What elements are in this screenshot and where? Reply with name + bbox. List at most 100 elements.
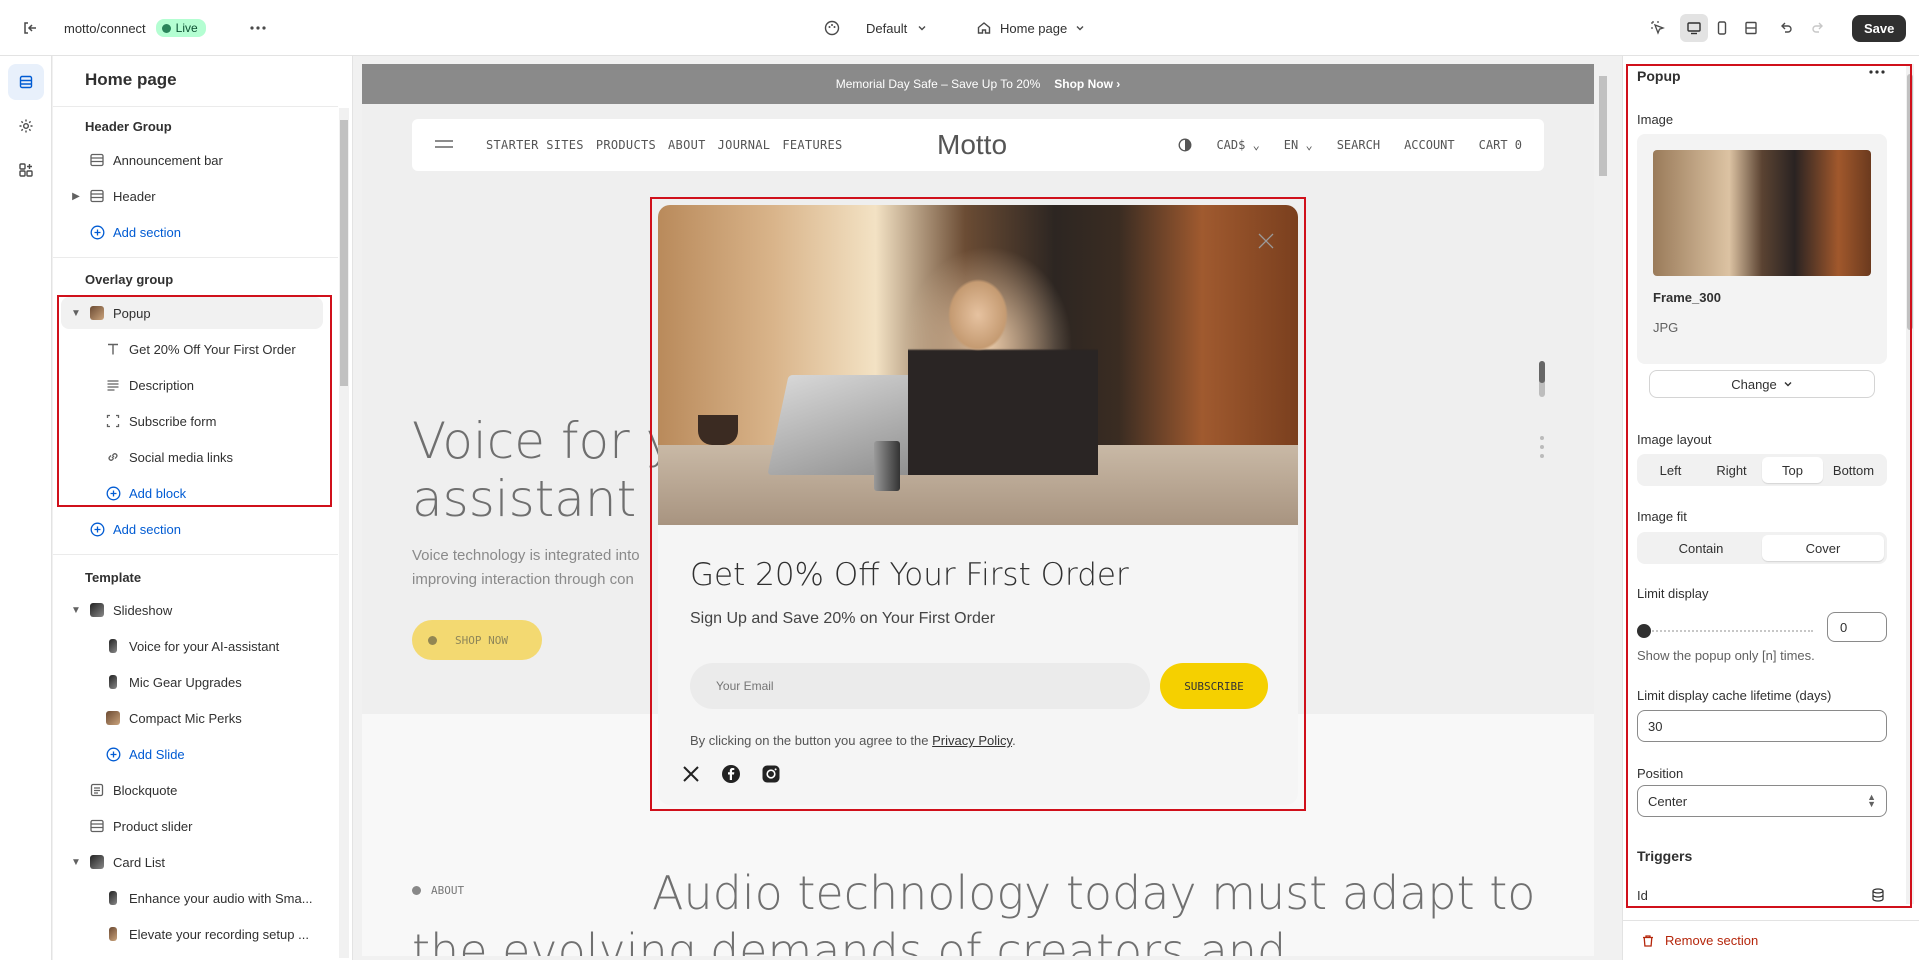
sidebar-item-label: Announcement bar <box>113 152 223 168</box>
nav-link[interactable]: STARTER SITES <box>486 138 584 152</box>
overlay-group-heading: Overlay group <box>85 272 174 287</box>
privacy-policy-link[interactable]: Privacy Policy <box>932 733 1012 748</box>
add-slide[interactable]: Add Slide <box>61 738 323 770</box>
sidebar-item-blockquote[interactable]: Blockquote <box>61 774 323 806</box>
theme-name: Default <box>866 20 908 36</box>
search-link[interactable]: SEARCH <box>1337 138 1380 152</box>
cache-lifetime-input[interactable] <box>1637 710 1887 742</box>
account-link[interactable]: ACCOUNT <box>1404 138 1455 152</box>
store-logo[interactable]: Motto <box>937 129 1007 161</box>
layout-option-left[interactable]: Left <box>1640 457 1701 483</box>
limit-display-input[interactable] <box>1827 612 1887 642</box>
limit-display-help: Show the popup only [n] times. <box>1637 648 1815 663</box>
gear-icon <box>19 119 33 133</box>
shop-now-button[interactable]: SHOP NOW <box>412 620 542 660</box>
desktop-view-button[interactable] <box>1680 0 1708 56</box>
block-description[interactable]: Description <box>61 369 323 401</box>
slideshow-thumbnail-icon <box>89 602 105 618</box>
exit-button[interactable] <box>16 0 44 56</box>
undo-button[interactable] <box>1772 0 1800 56</box>
fit-option-contain[interactable]: Contain <box>1640 535 1762 561</box>
sidebar-item-popup[interactable]: ▼ Popup <box>61 297 323 329</box>
fullwidth-view-button[interactable] <box>1737 0 1765 56</box>
add-section-header-group[interactable]: Add section <box>61 216 323 248</box>
social-links <box>680 763 782 785</box>
canvas-scrollbar[interactable] <box>1598 64 1608 956</box>
layout-option-right[interactable]: Right <box>1701 457 1762 483</box>
fit-option-cover[interactable]: Cover <box>1762 535 1884 561</box>
instagram-icon[interactable] <box>760 763 782 785</box>
remove-section-button[interactable]: Remove section <box>1641 933 1758 948</box>
facebook-icon[interactable] <box>720 763 742 785</box>
id-label: Id <box>1637 888 1648 903</box>
announcement-text: Memorial Day Safe – Save Up To 20% <box>835 77 1041 91</box>
chevron-right-icon[interactable]: ▶ <box>69 191 83 202</box>
sidebar-item-label: Popup <box>113 305 151 321</box>
x-twitter-icon[interactable] <box>680 763 702 785</box>
popup-image <box>658 205 1298 525</box>
block-popup-title[interactable]: Get 20% Off Your First Order <box>61 333 323 365</box>
add-section-overlay-group[interactable]: Add section <box>61 513 323 545</box>
panel-more-button[interactable] <box>1869 70 1885 74</box>
apps-rail-button[interactable] <box>8 152 44 188</box>
sidebar-item-product-slider[interactable]: Product slider <box>61 810 323 842</box>
sections-rail-button[interactable] <box>8 64 44 100</box>
settings-rail-button[interactable] <box>8 108 44 144</box>
add-block-popup[interactable]: Add block <box>61 477 323 509</box>
chevron-down-icon[interactable]: ▼ <box>69 857 83 868</box>
sidebar-scrollbar[interactable] <box>339 108 349 958</box>
slide-thumbnail-icon <box>105 674 121 690</box>
language-selector[interactable]: EN ⌄ <box>1284 138 1313 152</box>
slider-handle[interactable] <box>1637 624 1651 638</box>
database-icon[interactable] <box>1871 888 1885 902</box>
theme-selector[interactable]: Default <box>824 0 927 56</box>
panel-scrollbar[interactable] <box>1906 64 1914 904</box>
sidebar-item-header[interactable]: ▶ Header <box>61 180 323 212</box>
position-select[interactable]: Center ▲ ▼ <box>1637 785 1887 817</box>
slide-pager[interactable] <box>1539 361 1545 397</box>
chevron-down-icon[interactable]: ▼ <box>69 308 83 319</box>
block-social-media-links[interactable]: Social media links <box>61 441 323 473</box>
redo-button[interactable] <box>1804 0 1832 56</box>
nav-link[interactable]: JOURNAL <box>718 138 771 152</box>
block-label: Subscribe form <box>129 413 217 429</box>
layout-option-bottom[interactable]: Bottom <box>1823 457 1884 483</box>
cart-link[interactable]: CART 0 <box>1479 138 1522 152</box>
slide-item[interactable]: Voice for your AI-assistant <box>61 630 323 662</box>
card-item[interactable]: Elevate your recording setup ... <box>61 918 323 950</box>
theme-toggle-icon[interactable] <box>1178 138 1192 152</box>
sidebar-item-announcement-bar[interactable]: Announcement bar <box>61 144 323 176</box>
section-icon <box>89 188 105 204</box>
store-switcher[interactable]: motto/connect Live <box>64 0 206 56</box>
sidebar-title: Home page <box>85 70 177 89</box>
mobile-view-button[interactable] <box>1708 0 1736 56</box>
image-thumbnail[interactable] <box>1653 150 1871 276</box>
email-field[interactable] <box>690 663 1150 709</box>
slide-item[interactable]: Compact Mic Perks <box>61 702 323 734</box>
nav-link[interactable]: FEATURES <box>782 138 842 152</box>
subscribe-button[interactable]: SUBSCRIBE <box>1160 663 1268 709</box>
nav-link[interactable]: PRODUCTS <box>596 138 656 152</box>
layout-option-top[interactable]: Top <box>1762 457 1823 483</box>
preview-canvas: Memorial Day Safe – Save Up To 20% Shop … <box>362 64 1594 956</box>
close-icon[interactable] <box>1256 231 1276 251</box>
change-image-button[interactable]: Change <box>1649 370 1875 398</box>
currency-selector[interactable]: CAD$ ⌄ <box>1216 138 1259 152</box>
header-utilities: CAD$ ⌄ EN ⌄ SEARCH ACCOUNT CART 0 <box>1178 119 1522 171</box>
sidebar-item-slideshow[interactable]: ▼ Slideshow <box>61 594 323 626</box>
sidebar-item-card-list[interactable]: ▼ Card List <box>61 846 323 878</box>
slide-label: Mic Gear Upgrades <box>129 674 242 690</box>
menu-icon[interactable] <box>434 137 454 151</box>
card-item[interactable]: Enhance your audio with Sma... <box>61 882 323 914</box>
block-subscribe-form[interactable]: Subscribe form <box>61 405 323 437</box>
announcement-link[interactable]: Shop Now › <box>1054 77 1120 91</box>
chevron-down-icon[interactable]: ▼ <box>69 605 83 616</box>
page-selector[interactable]: Home page <box>976 0 1085 56</box>
limit-display-slider[interactable] <box>1637 624 1813 638</box>
inspector-button[interactable] <box>1644 0 1672 56</box>
nav-link[interactable]: ABOUT <box>668 138 706 152</box>
save-button[interactable]: Save <box>1852 14 1907 42</box>
slide-item[interactable]: Mic Gear Upgrades <box>61 666 323 698</box>
trash-icon <box>1643 934 1653 947</box>
more-actions-button[interactable] <box>244 0 272 56</box>
